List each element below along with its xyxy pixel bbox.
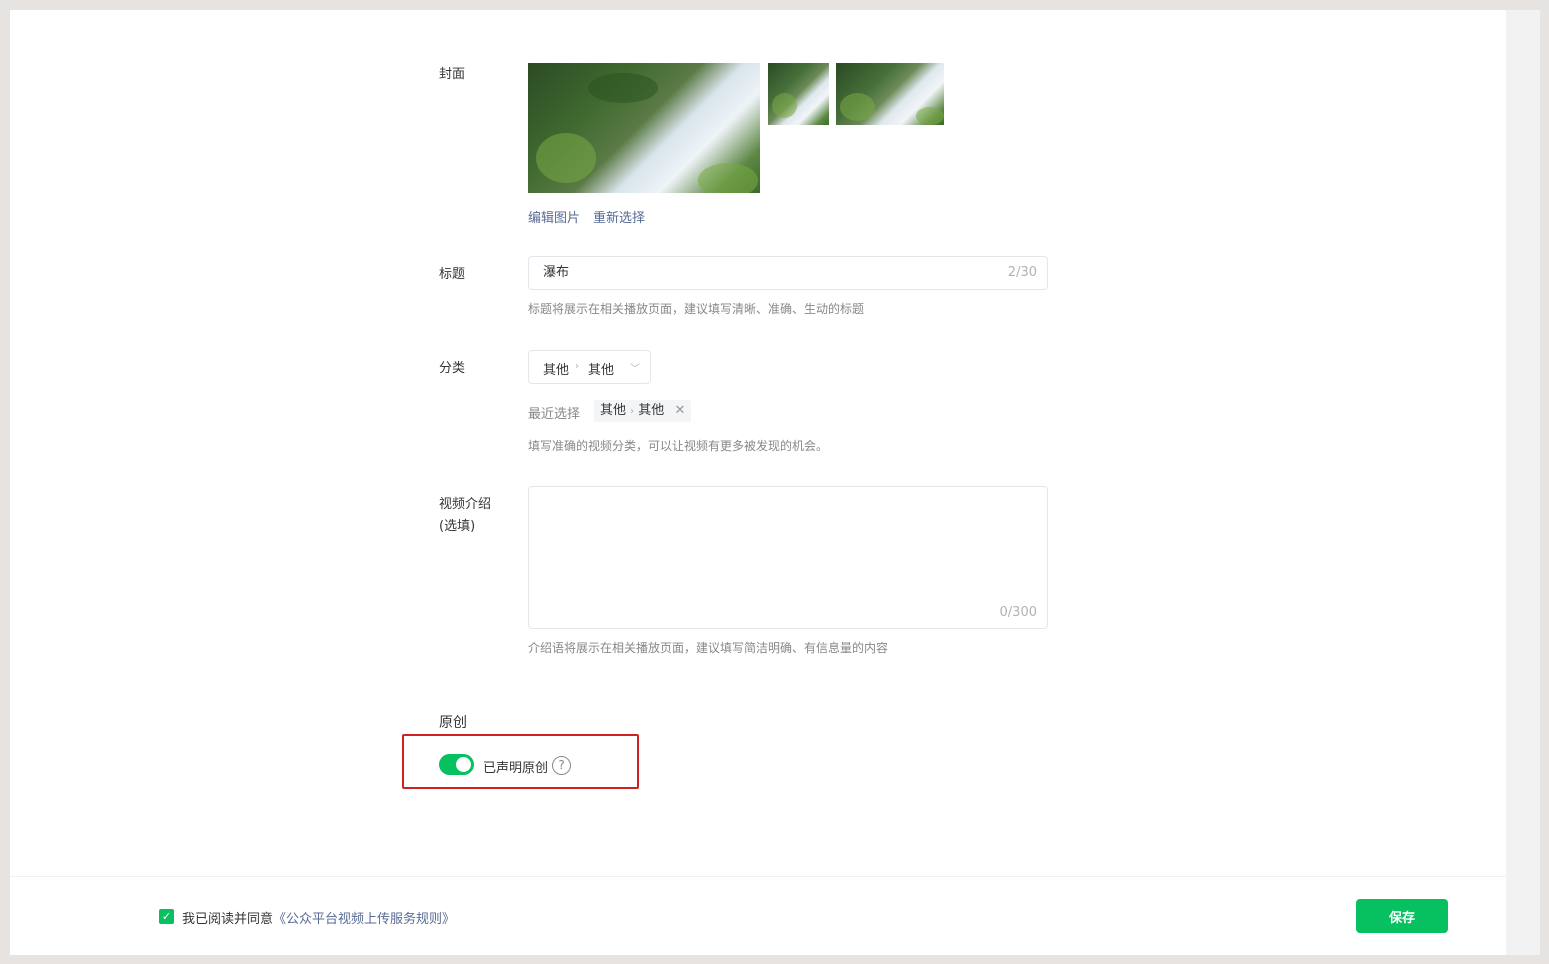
title-counter: 2/30 (1007, 265, 1037, 280)
original-toggle-label: 已声明原创 (483, 761, 549, 776)
category-secondary: 其他 (588, 363, 615, 378)
description-textarea-box[interactable]: 0/300 (528, 486, 1048, 629)
agree-text: 我已阅读并同意《公众平台视频上传服务规则》 (182, 908, 455, 927)
chevron-right-icon: › (630, 406, 635, 417)
recent-secondary: 其他 (638, 403, 665, 418)
category-primary: 其他 (543, 363, 570, 378)
original-section-title: 原创 (439, 715, 467, 731)
checkmark-icon: ✓ (161, 910, 172, 923)
help-circle-icon[interactable]: ? (552, 756, 571, 775)
close-icon[interactable]: ✕ (674, 403, 685, 418)
cover-image-wide (836, 63, 944, 125)
save-button[interactable]: 保存 (1356, 899, 1448, 933)
scroll-track[interactable] (1506, 10, 1540, 955)
recent-primary: 其他 (600, 403, 627, 418)
service-rules-link[interactable]: 《公众平台视频上传服务规则》 (273, 912, 455, 927)
title-hint: 标题将展示在相关播放页面，建议填写清晰、准确、生动的标题 (528, 302, 865, 316)
description-optional-label: (选填) (439, 519, 476, 534)
description-label: 视频介绍 (439, 497, 492, 512)
title-input[interactable] (543, 257, 983, 289)
edit-image-link[interactable]: 编辑图片 (528, 207, 580, 226)
category-hint: 填写准确的视频分类，可以让视频有更多被发现的机会。 (528, 439, 829, 453)
category-label: 分类 (439, 361, 466, 376)
reselect-image-link[interactable]: 重新选择 (593, 207, 645, 226)
cover-label: 封面 (439, 67, 466, 82)
category-select[interactable]: 其他 › 其他 ﹀ (528, 350, 651, 384)
description-counter: 0/300 (999, 605, 1037, 620)
agree-prefix: 我已阅读并同意 (182, 912, 274, 927)
chevron-right-icon: › (575, 361, 579, 372)
title-label: 标题 (439, 267, 466, 282)
description-hint: 介绍语将展示在相关播放页面，建议填写简洁明确、有信息量的内容 (528, 641, 889, 655)
cover-image-main (528, 63, 760, 193)
title-input-box[interactable]: 2/30 (528, 256, 1048, 290)
description-textarea[interactable] (529, 487, 1047, 628)
agree-checkbox[interactable]: ✓ (159, 909, 174, 924)
recent-category-tag[interactable]: 其他 › 其他 ✕ (594, 400, 692, 422)
chevron-down-icon: ﹀ (630, 364, 640, 375)
toggle-knob (456, 757, 471, 772)
recent-selection-label: 最近选择 (528, 407, 581, 422)
cover-image-square (768, 63, 829, 125)
original-toggle[interactable] (439, 754, 474, 775)
